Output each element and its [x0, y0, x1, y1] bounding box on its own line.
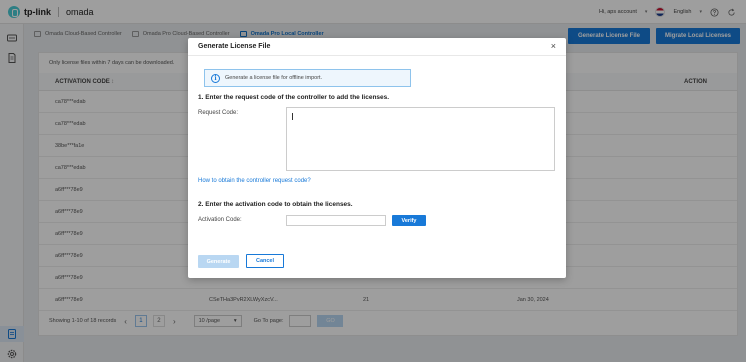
request-code-label: Request Code:	[198, 110, 239, 116]
activation-code-input[interactable]	[286, 215, 386, 226]
dialog-header: Generate License File ×	[188, 38, 566, 56]
generate-button[interactable]: Generate	[198, 255, 239, 268]
how-to-obtain-request-code-link[interactable]: How to obtain the controller request cod…	[198, 178, 311, 184]
request-code-textarea[interactable]	[286, 107, 555, 171]
close-icon[interactable]: ×	[551, 41, 556, 51]
cancel-button[interactable]: Cancel	[246, 254, 284, 268]
dialog-title: Generate License File	[198, 43, 271, 50]
step-2-title: 2. Enter the activation code to obtain t…	[198, 201, 353, 208]
info-text: Generate a license file for offline impo…	[225, 75, 323, 81]
step-1-title: 1. Enter the request code of the control…	[198, 94, 390, 101]
activation-code-label: Activation Code:	[198, 217, 242, 223]
text-cursor	[292, 113, 293, 120]
generate-license-file-dialog: Generate License File × i Generate a lic…	[188, 38, 566, 278]
verify-button[interactable]: Verify	[392, 215, 426, 226]
info-icon: i	[211, 73, 220, 83]
info-banner: i Generate a license file for offline im…	[204, 69, 411, 87]
